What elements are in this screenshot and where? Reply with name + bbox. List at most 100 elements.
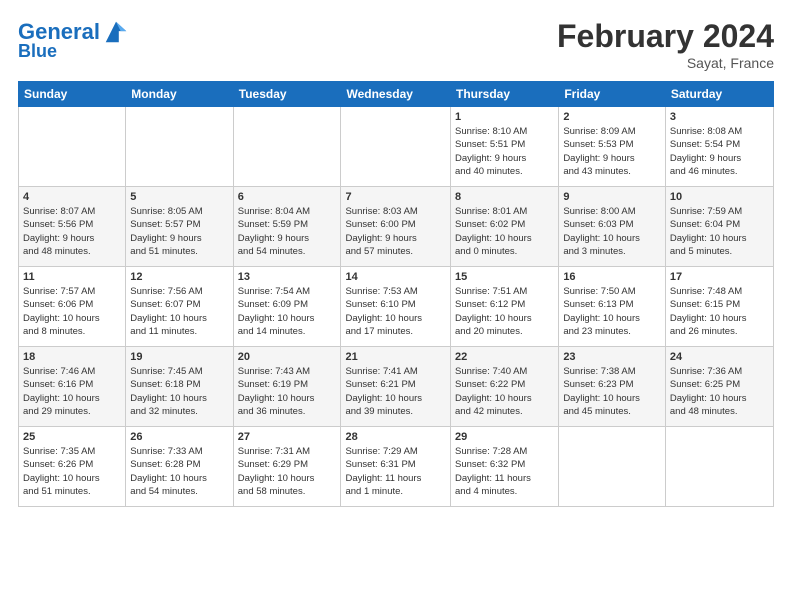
day-number: 8 — [455, 191, 554, 203]
weekday-header-sunday: Sunday — [19, 82, 126, 107]
calendar-cell: 6 Sunrise: 8:04 AM Sunset: 5:59 PM Daylig… — [233, 187, 341, 267]
day-number: 24 — [670, 351, 769, 363]
day-info: Sunrise: 7:50 AM Sunset: 6:13 PM Dayligh… — [563, 285, 661, 338]
calendar-cell: 21 Sunrise: 7:41 AM Sunset: 6:21 PM Dayli… — [341, 347, 451, 427]
day-info: Sunrise: 7:41 AM Sunset: 6:21 PM Dayligh… — [345, 365, 446, 418]
day-number: 10 — [670, 191, 769, 203]
day-info: Sunrise: 7:45 AM Sunset: 6:18 PM Dayligh… — [130, 365, 228, 418]
weekday-header-wednesday: Wednesday — [341, 82, 451, 107]
day-info: Sunrise: 7:48 AM Sunset: 6:15 PM Dayligh… — [670, 285, 769, 338]
weekday-header-row: SundayMondayTuesdayWednesdayThursdayFrid… — [19, 82, 774, 107]
day-number: 20 — [238, 351, 337, 363]
calendar-cell: 19 Sunrise: 7:45 AM Sunset: 6:18 PM Dayli… — [126, 347, 233, 427]
calendar-cell — [233, 107, 341, 187]
header: General Blue February 2024 Sayat, France — [18, 18, 774, 71]
day-info: Sunrise: 8:08 AM Sunset: 5:54 PM Dayligh… — [670, 125, 769, 178]
calendar-cell: 2Sunrise: 8:09 AM Sunset: 5:53 PM Daylig… — [559, 107, 666, 187]
day-number: 9 — [563, 191, 661, 203]
page: General Blue February 2024 Sayat, France… — [0, 0, 792, 517]
day-number: 23 — [563, 351, 661, 363]
calendar-cell: 26 Sunrise: 7:33 AM Sunset: 6:28 PM Dayli… — [126, 427, 233, 507]
day-number: 13 — [238, 271, 337, 283]
calendar-subtitle: Sayat, France — [557, 55, 774, 71]
day-number: 28 — [345, 431, 446, 443]
day-info: Sunrise: 7:33 AM Sunset: 6:28 PM Dayligh… — [130, 445, 228, 498]
calendar-cell: 9 Sunrise: 8:00 AM Sunset: 6:03 PM Daylig… — [559, 187, 666, 267]
day-info: Sunrise: 8:03 AM Sunset: 6:00 PM Dayligh… — [345, 205, 446, 258]
day-info: Sunrise: 7:54 AM Sunset: 6:09 PM Dayligh… — [238, 285, 337, 338]
day-info: Sunrise: 7:29 AM Sunset: 6:31 PM Dayligh… — [345, 445, 446, 498]
week-row-4: 18 Sunrise: 7:46 AM Sunset: 6:16 PM Dayli… — [19, 347, 774, 427]
day-info: Sunrise: 7:53 AM Sunset: 6:10 PM Dayligh… — [345, 285, 446, 338]
calendar-cell: 27 Sunrise: 7:31 AM Sunset: 6:29 PM Dayli… — [233, 427, 341, 507]
calendar-cell: 24Sunrise: 7:36 AM Sunset: 6:25 PM Dayli… — [665, 347, 773, 427]
calendar-cell: 3 Sunrise: 8:08 AM Sunset: 5:54 PM Daylig… — [665, 107, 773, 187]
day-info: Sunrise: 8:04 AM Sunset: 5:59 PM Dayligh… — [238, 205, 337, 258]
day-info: Sunrise: 8:00 AM Sunset: 6:03 PM Dayligh… — [563, 205, 661, 258]
calendar-cell — [341, 107, 451, 187]
week-row-1: 1 Sunrise: 8:10 AM Sunset: 5:51 PM Daylig… — [19, 107, 774, 187]
day-number: 15 — [455, 271, 554, 283]
day-number: 26 — [130, 431, 228, 443]
day-info: Sunrise: 7:57 AM Sunset: 6:06 PM Dayligh… — [23, 285, 121, 338]
day-info: Sunrise: 7:38 AM Sunset: 6:23 PM Dayligh… — [563, 365, 661, 418]
day-number: 7 — [345, 191, 446, 203]
calendar-cell: 11 Sunrise: 7:57 AM Sunset: 6:06 PM Dayli… — [19, 267, 126, 347]
calendar-cell: 8Sunrise: 8:01 AM Sunset: 6:02 PM Daylig… — [451, 187, 559, 267]
calendar-cell: 13 Sunrise: 7:54 AM Sunset: 6:09 PM Dayli… — [233, 267, 341, 347]
calendar-cell: 10 Sunrise: 7:59 AM Sunset: 6:04 PM Dayli… — [665, 187, 773, 267]
day-info: Sunrise: 8:07 AM Sunset: 5:56 PM Dayligh… — [23, 205, 121, 258]
title-area: February 2024 Sayat, France — [557, 18, 774, 71]
day-info: Sunrise: 7:28 AM Sunset: 6:32 PM Dayligh… — [455, 445, 554, 498]
day-info: Sunrise: 7:35 AM Sunset: 6:26 PM Dayligh… — [23, 445, 121, 498]
calendar-cell: 7 Sunrise: 8:03 AM Sunset: 6:00 PM Daylig… — [341, 187, 451, 267]
day-info: Sunrise: 7:51 AM Sunset: 6:12 PM Dayligh… — [455, 285, 554, 338]
day-number: 1 — [455, 111, 554, 123]
calendar-cell: 20Sunrise: 7:43 AM Sunset: 6:19 PM Dayli… — [233, 347, 341, 427]
calendar-cell: 4 Sunrise: 8:07 AM Sunset: 5:56 PM Daylig… — [19, 187, 126, 267]
calendar-cell: 25 Sunrise: 7:35 AM Sunset: 6:26 PM Dayli… — [19, 427, 126, 507]
week-row-5: 25 Sunrise: 7:35 AM Sunset: 6:26 PM Dayli… — [19, 427, 774, 507]
day-number: 5 — [130, 191, 228, 203]
week-row-2: 4 Sunrise: 8:07 AM Sunset: 5:56 PM Daylig… — [19, 187, 774, 267]
weekday-header-tuesday: Tuesday — [233, 82, 341, 107]
day-number: 3 — [670, 111, 769, 123]
calendar-cell: 14 Sunrise: 7:53 AM Sunset: 6:10 PM Dayli… — [341, 267, 451, 347]
day-number: 6 — [238, 191, 337, 203]
day-info: Sunrise: 7:46 AM Sunset: 6:16 PM Dayligh… — [23, 365, 121, 418]
logo-icon — [102, 18, 130, 46]
calendar-cell — [665, 427, 773, 507]
day-number: 21 — [345, 351, 446, 363]
day-info: Sunrise: 8:05 AM Sunset: 5:57 PM Dayligh… — [130, 205, 228, 258]
day-number: 19 — [130, 351, 228, 363]
weekday-header-saturday: Saturday — [665, 82, 773, 107]
calendar-cell: 23 Sunrise: 7:38 AM Sunset: 6:23 PM Dayli… — [559, 347, 666, 427]
day-number: 17 — [670, 271, 769, 283]
calendar-title: February 2024 — [557, 18, 774, 55]
weekday-header-friday: Friday — [559, 82, 666, 107]
day-number: 14 — [345, 271, 446, 283]
day-number: 29 — [455, 431, 554, 443]
day-number: 27 — [238, 431, 337, 443]
calendar-cell: 12Sunrise: 7:56 AM Sunset: 6:07 PM Dayli… — [126, 267, 233, 347]
day-info: Sunrise: 7:59 AM Sunset: 6:04 PM Dayligh… — [670, 205, 769, 258]
day-number: 18 — [23, 351, 121, 363]
logo: General Blue — [18, 18, 130, 62]
calendar-table: SundayMondayTuesdayWednesdayThursdayFrid… — [18, 81, 774, 507]
calendar-cell: 16Sunrise: 7:50 AM Sunset: 6:13 PM Dayli… — [559, 267, 666, 347]
day-info: Sunrise: 7:40 AM Sunset: 6:22 PM Dayligh… — [455, 365, 554, 418]
calendar-cell: 5 Sunrise: 8:05 AM Sunset: 5:57 PM Daylig… — [126, 187, 233, 267]
day-info: Sunrise: 8:10 AM Sunset: 5:51 PM Dayligh… — [455, 125, 554, 178]
calendar-cell: 22 Sunrise: 7:40 AM Sunset: 6:22 PM Dayli… — [451, 347, 559, 427]
calendar-cell — [126, 107, 233, 187]
day-number: 25 — [23, 431, 121, 443]
calendar-cell — [559, 427, 666, 507]
day-number: 4 — [23, 191, 121, 203]
calendar-cell: 17 Sunrise: 7:48 AM Sunset: 6:15 PM Dayli… — [665, 267, 773, 347]
day-info: Sunrise: 7:31 AM Sunset: 6:29 PM Dayligh… — [238, 445, 337, 498]
day-number: 11 — [23, 271, 121, 283]
day-info: Sunrise: 8:09 AM Sunset: 5:53 PM Dayligh… — [563, 125, 661, 178]
day-number: 12 — [130, 271, 228, 283]
calendar-cell — [19, 107, 126, 187]
day-number: 22 — [455, 351, 554, 363]
